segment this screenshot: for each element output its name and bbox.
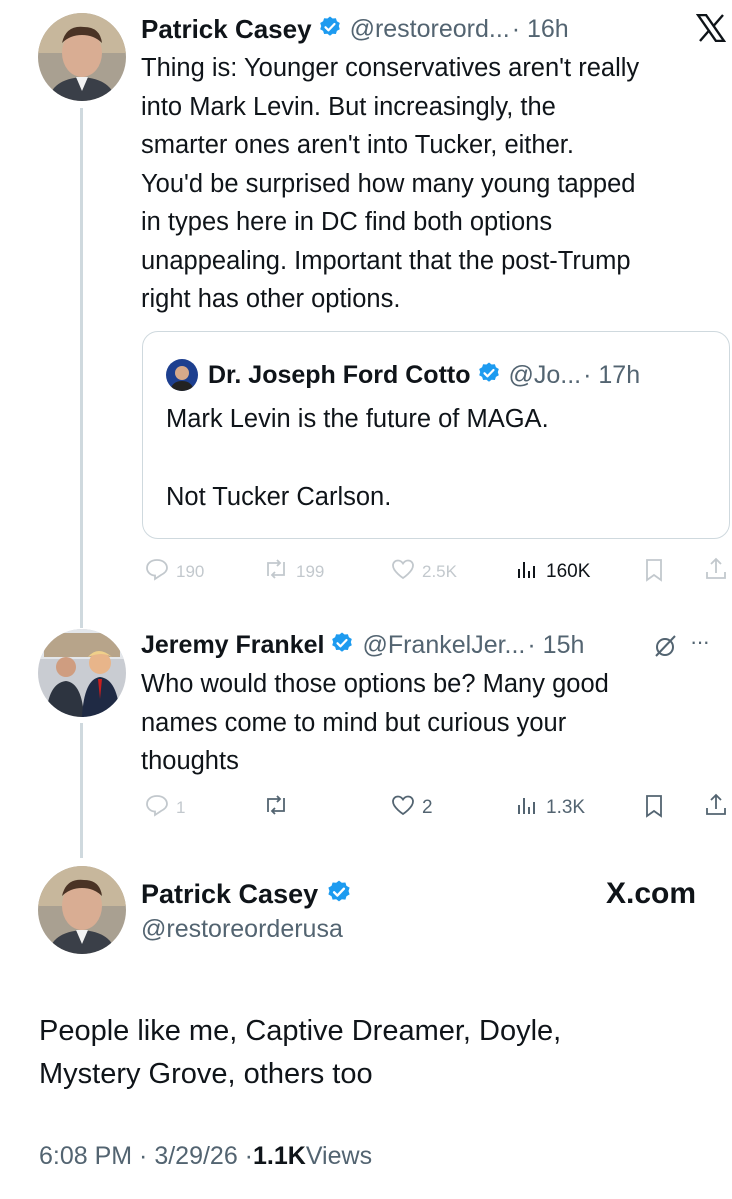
author-name[interactable]: Patrick Casey: [141, 879, 318, 910]
quote-text-line-1: Mark Levin is the future of MAGA.: [166, 405, 549, 433]
quote-timestamp[interactable]: · 17h: [583, 361, 640, 390]
thread-line-2: [80, 723, 83, 858]
text-line: unappealing. Important that the post-Tru…: [141, 246, 631, 275]
author-handle[interactable]: @FrankelJer...: [362, 631, 525, 660]
timestamp[interactable]: · 15h: [527, 631, 584, 660]
meta-timestamp[interactable]: 6:08 PM · 3/29/26 ·: [39, 1142, 253, 1171]
tweet3-header: Patrick Casey: [141, 876, 352, 912]
repost-icon: [262, 793, 290, 822]
tweet1-header: Patrick Casey @restoreord... · 16h: [141, 12, 569, 46]
bookmark-icon[interactable]: [642, 557, 666, 588]
reply-button[interactable]: 1: [144, 793, 185, 822]
reply-button[interactable]: 190: [144, 557, 204, 586]
author-handle[interactable]: @restoreorderusa: [141, 915, 343, 944]
meta-views-label: Views: [305, 1142, 373, 1170]
views-button[interactable]: 160K: [514, 557, 590, 587]
bookmark-icon[interactable]: [642, 793, 666, 824]
grok-icon[interactable]: [652, 633, 680, 664]
verified-badge-icon: [477, 361, 501, 390]
like-count: 2.5K: [422, 561, 457, 581]
reply-icon: [144, 557, 170, 586]
like-icon: [390, 557, 416, 586]
share-icon[interactable]: [703, 792, 729, 823]
repost-button[interactable]: 199: [262, 557, 324, 586]
thread-line-1: [80, 108, 83, 628]
tweet2-header: Jeremy Frankel @FrankelJer... · 15h: [141, 628, 584, 662]
timestamp[interactable]: · 16h: [512, 15, 569, 44]
text-line: Who would those options be? Many good: [141, 670, 609, 698]
avatar-patrick-casey[interactable]: [38, 866, 126, 954]
verified-badge-icon: [318, 15, 342, 44]
verified-badge-icon: [330, 631, 354, 660]
tweet1-text: Thing is: Younger conservatives aren't r…: [141, 49, 731, 319]
views-count: 1.3K: [546, 797, 586, 818]
text-line: thoughts: [141, 747, 239, 775]
reply-count: 190: [176, 561, 205, 581]
views-icon: [514, 557, 540, 587]
like-button[interactable]: 2: [390, 793, 433, 823]
author-name[interactable]: Jeremy Frankel: [141, 631, 324, 660]
avatar-patrick-casey[interactable]: [38, 13, 126, 101]
text-line: in types here in DC find both options: [141, 208, 553, 236]
quote-header: Dr. Joseph Ford Cotto @Jo... · 17h: [208, 358, 640, 392]
text-line: right has other options.: [141, 285, 401, 313]
author-handle[interactable]: @restoreord...: [350, 15, 510, 44]
repost-icon: [262, 557, 290, 586]
reply-icon: [144, 793, 170, 822]
quote-text-line-2: Not Tucker Carlson.: [166, 483, 392, 511]
like-button[interactable]: 2.5K: [390, 557, 457, 586]
views-count: 160K: [546, 561, 591, 582]
share-icon[interactable]: [703, 556, 729, 587]
quote-avatar[interactable]: [166, 359, 198, 391]
repost-button[interactable]: [262, 793, 290, 822]
text-line: names come to mind but curious your: [141, 708, 567, 737]
tweet3-text: People like me, Captive Dreamer, Doyle, …: [39, 1010, 729, 1096]
text-line: You'd be surprised how many young tapped: [141, 169, 636, 198]
quote-author-name[interactable]: Dr. Joseph Ford Cotto: [208, 361, 471, 390]
tweet2-text: Who would those options be? Many good na…: [141, 665, 731, 781]
tweet3-meta: 6:08 PM · 3/29/26 · 1.1K Views: [39, 1142, 372, 1171]
text-line: smarter ones aren't into Tucker, either.: [141, 131, 574, 159]
author-name[interactable]: Patrick Casey: [141, 14, 312, 45]
views-icon: [514, 793, 540, 823]
views-button[interactable]: 1.3K: [514, 793, 585, 823]
text-line: into Mark Levin. But increasingly, the: [141, 92, 556, 121]
like-icon: [390, 793, 416, 823]
meta-views-count: 1.1K: [253, 1142, 306, 1170]
brand-xcom: X.com: [606, 877, 697, 910]
avatar-jeremy-frankel[interactable]: [38, 629, 126, 717]
text-line: People like me, Captive Dreamer, Doyle,: [39, 1015, 562, 1047]
reply-count: 1: [176, 797, 186, 817]
verified-badge-icon: [326, 879, 352, 910]
like-count: 2: [422, 797, 433, 818]
quote-author-handle[interactable]: @Jo...: [509, 361, 582, 390]
text-line: Thing is: Younger conservatives aren't r…: [141, 54, 640, 82]
text-line: Mystery Grove, others too: [39, 1058, 373, 1090]
repost-count: 199: [296, 561, 325, 581]
x-logo-icon: [695, 13, 727, 43]
more-icon[interactable]: ···: [690, 629, 710, 655]
